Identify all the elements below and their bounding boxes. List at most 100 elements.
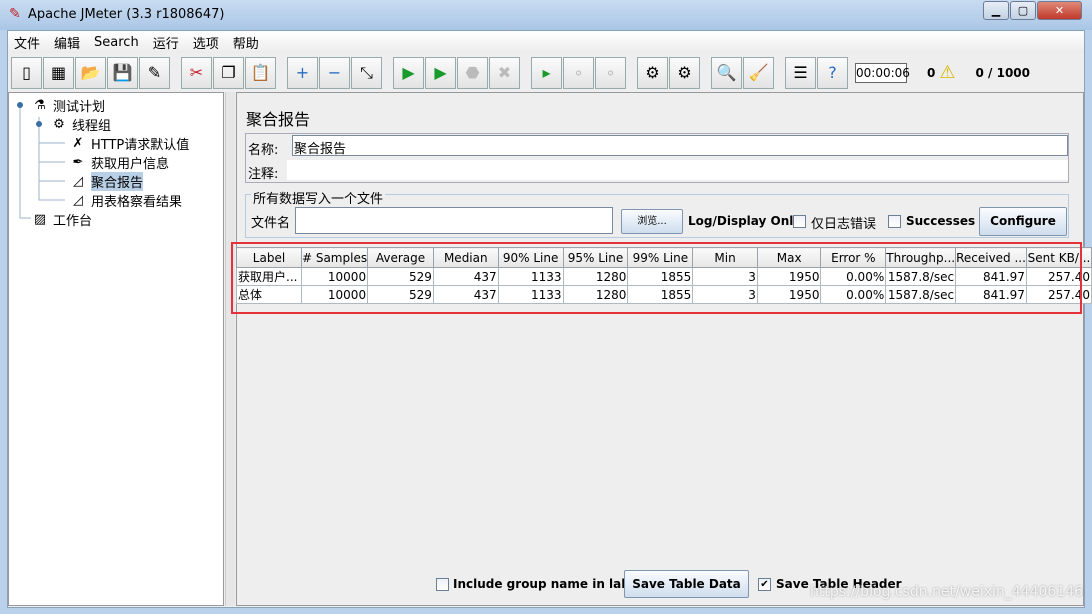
expand-icon: + — [295, 63, 310, 82]
toolbar: ▯ ▦ 📂 💾 ✎ ✂ ❐ 📋 + − ⤡ ▶ ▶ ⬣ ✖ ▸ ∘ ∘ ⚙ ⚙ 🔍 🧹 ☰? 00:00:06 0 ⚠ 0 / 10… — [8, 54, 1084, 91]
toggle-button[interactable]: ⤡ — [351, 56, 382, 89]
thread-count: 0 / 1000 — [975, 65, 1031, 80]
errors-only-label: 仅日志错误 — [811, 217, 877, 232]
tree-item-label: 用表格察看结果 — [91, 195, 183, 210]
minimize-button[interactable]: ▁ — [983, 1, 1009, 20]
search-icon: 🔍 — [716, 63, 737, 82]
menu-4[interactable]: 选项 — [193, 33, 219, 52]
write-to-file-legend: 所有数据写入一个文件 — [251, 188, 386, 207]
save-button[interactable]: 💾 — [107, 56, 138, 89]
start-button[interactable]: ▶ — [393, 56, 424, 89]
function-helper-icon: ☰ — [793, 63, 808, 82]
save-as-icon: ✎ — [147, 63, 162, 82]
toggle-icon: ⤡ — [360, 62, 373, 82]
log-display-label: Log/Display Only: — [688, 214, 806, 228]
browse-button[interactable]: 浏览... — [621, 209, 683, 234]
menu-1[interactable]: 编辑 — [54, 33, 80, 52]
function-helper-button[interactable]: ☰ — [785, 56, 816, 89]
new-button[interactable]: ▯ — [11, 56, 42, 89]
tree-item[interactable]: ▨ 工作台 — [31, 210, 92, 229]
remote-shutdown-all-icon: ∘ — [605, 63, 616, 82]
save-header-checkbox[interactable]: ✔ — [758, 578, 771, 591]
split-pane-divider[interactable] — [225, 92, 235, 606]
cut-icon: ✂ — [189, 63, 204, 82]
flask-icon: ⚗ — [34, 98, 46, 113]
menu-5[interactable]: 帮助 — [233, 33, 259, 52]
collapse-button[interactable]: − — [319, 56, 350, 89]
remote-start-all-button[interactable]: ▸ — [531, 56, 562, 89]
gear-icon: ⚙ — [53, 117, 65, 132]
open-icon: 📂 — [80, 63, 101, 82]
search-button[interactable]: 🔍 — [711, 56, 742, 89]
test-plan-tree: ⚗ 测试计划 ⚙ 线程组 ✗ HTTP请求默认值 ✒ 获取用户信息 ◿ 聚合报告 ◿ 用表格察看结果 ▨… — [8, 92, 224, 606]
include-group-label: Include group name in label? — [453, 577, 650, 591]
tree-item[interactable]: ✒ 获取用户信息 — [69, 153, 169, 172]
errors-only-checkbox[interactable] — [793, 215, 806, 228]
tools-icon: ✗ — [72, 136, 84, 151]
clipboard-icon: ▨ — [33, 212, 47, 227]
name-comment-group: 名称: 聚合报告 注释: — [245, 133, 1069, 183]
tree-item[interactable]: ✗ HTTP请求默认值 — [69, 134, 190, 153]
graph-icon: ◿ — [73, 193, 83, 208]
copy-button[interactable]: ❐ — [213, 56, 244, 89]
remote-shutdown-all-button[interactable]: ∘ — [595, 56, 626, 89]
menu-3[interactable]: 运行 — [153, 33, 179, 52]
successes-checkbox[interactable] — [888, 215, 901, 228]
paste-icon: 📋 — [250, 63, 271, 82]
tree-item[interactable]: ⚗ 测试计划 — [31, 96, 105, 115]
templates-icon: ▦ — [50, 63, 67, 82]
tree-item-label: 工作台 — [53, 214, 93, 229]
clear-button[interactable]: ⚙ — [637, 56, 668, 89]
start-no-pauses-button[interactable]: ▶ — [425, 56, 456, 89]
page-title: 聚合报告 — [246, 110, 311, 129]
tree-item-label: 测试计划 — [53, 100, 106, 115]
save-as-button[interactable]: ✎ — [139, 56, 170, 89]
maximize-button[interactable]: ▢ — [1010, 1, 1036, 20]
clear-all-button[interactable]: ⚙ — [669, 56, 700, 89]
tree-item[interactable]: ◿ 用表格察看结果 — [69, 191, 182, 210]
window-title: Apache JMeter (3.3 r1808647) — [28, 7, 225, 22]
new-icon: ▯ — [22, 63, 31, 82]
tree-item-label: 获取用户信息 — [91, 157, 170, 172]
save-table-data-button[interactable]: Save Table Data — [624, 570, 749, 598]
stop-button[interactable]: ⬣ — [457, 56, 488, 89]
remote-start-all-icon: ▸ — [542, 63, 551, 82]
help-icon: ? — [828, 63, 837, 82]
graph-icon: ◿ — [73, 174, 83, 189]
save-icon: 💾 — [112, 63, 133, 82]
copy-icon: ❐ — [221, 63, 236, 82]
expand-button[interactable]: + — [287, 56, 318, 89]
clear-all-icon: ⚙ — [677, 63, 692, 82]
shutdown-icon: ✖ — [497, 63, 512, 82]
menu-0[interactable]: 文件 — [14, 33, 40, 52]
stop-icon: ⬣ — [465, 63, 480, 82]
warning-count: 0 — [927, 65, 936, 80]
tree-item-label: 线程组 — [72, 119, 112, 134]
remote-stop-all-button[interactable]: ∘ — [563, 56, 594, 89]
tree-item[interactable]: ◿ 聚合报告 — [69, 172, 144, 191]
templates-button[interactable]: ▦ — [43, 56, 74, 89]
open-button[interactable]: 📂 — [75, 56, 106, 89]
menu-2[interactable]: Search — [94, 35, 139, 50]
paste-button[interactable]: 📋 — [245, 56, 276, 89]
cut-button[interactable]: ✂ — [181, 56, 212, 89]
comment-input[interactable] — [287, 160, 1068, 180]
pipette-icon: ✒ — [72, 155, 84, 170]
configure-button[interactable]: Configure — [979, 207, 1067, 236]
tree-item-label: 聚合报告 — [91, 172, 144, 191]
highlight-box — [231, 242, 1082, 314]
start-icon: ▶ — [402, 63, 415, 82]
successes-label: Successes — [906, 214, 976, 228]
warning-icon[interactable]: ⚠ — [939, 62, 955, 83]
name-label: 名称: — [248, 143, 279, 158]
filename-input[interactable] — [295, 207, 613, 234]
include-group-checkbox[interactable] — [436, 578, 449, 591]
close-button[interactable]: ✕ — [1037, 1, 1082, 20]
tree-item[interactable]: ⚙ 线程组 — [50, 115, 111, 134]
reset-search-button[interactable]: 🧹 — [743, 56, 774, 89]
shutdown-button[interactable]: ✖ — [489, 56, 520, 89]
name-input[interactable]: 聚合报告 — [292, 135, 1068, 157]
start-no-pauses-icon: ▶ — [434, 63, 447, 82]
help-button[interactable]: ? — [817, 56, 848, 89]
filename-label: 文件名 — [251, 216, 291, 231]
